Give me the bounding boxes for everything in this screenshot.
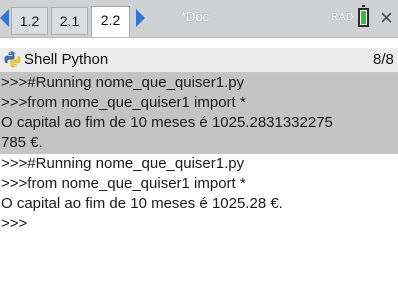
document-tab-bar: 1.2 2.1 2.2 *Doc RAD × <box>0 0 398 38</box>
shell-line: >>>#Running nome_que_quiser1.py <box>1 74 245 91</box>
angle-mode-indicator: RAD <box>331 12 354 23</box>
app-header: Shell Python 8/8 <box>0 48 398 73</box>
next-tab-icon[interactable] <box>136 9 145 27</box>
close-icon[interactable]: × <box>380 5 393 31</box>
previous-tab-icon[interactable] <box>0 9 9 27</box>
shell-line: 785 €. <box>1 134 43 151</box>
shell-line: O capital ao fim de 10 meses é 1025.2831… <box>1 114 333 131</box>
tab-2-1[interactable]: 2.1 <box>51 7 88 35</box>
tab-1-2[interactable]: 1.2 <box>11 7 48 35</box>
python-logo-icon <box>4 51 21 68</box>
shell-line: >>>from nome_que_quiser1 import * <box>1 94 246 111</box>
app-title: Shell Python <box>24 51 109 68</box>
battery-level <box>361 11 366 24</box>
document-name: *Doc <box>181 9 210 24</box>
shell-line: >>>#Running nome_que_quiser1.py <box>1 155 245 172</box>
page-indicator: 8/8 <box>373 51 394 68</box>
python-shell-output[interactable]: >>>#Running nome_que_quiser1.py >>>from … <box>0 73 398 300</box>
tab-2-2-active[interactable]: 2.2 <box>91 6 130 37</box>
shell-prompt[interactable]: >>> <box>1 214 27 234</box>
shell-line: O capital ao fim de 10 meses é 1025.28 €… <box>1 195 283 212</box>
shell-line: >>>from nome_que_quiser1 import * <box>1 175 246 192</box>
battery-icon <box>358 5 369 27</box>
